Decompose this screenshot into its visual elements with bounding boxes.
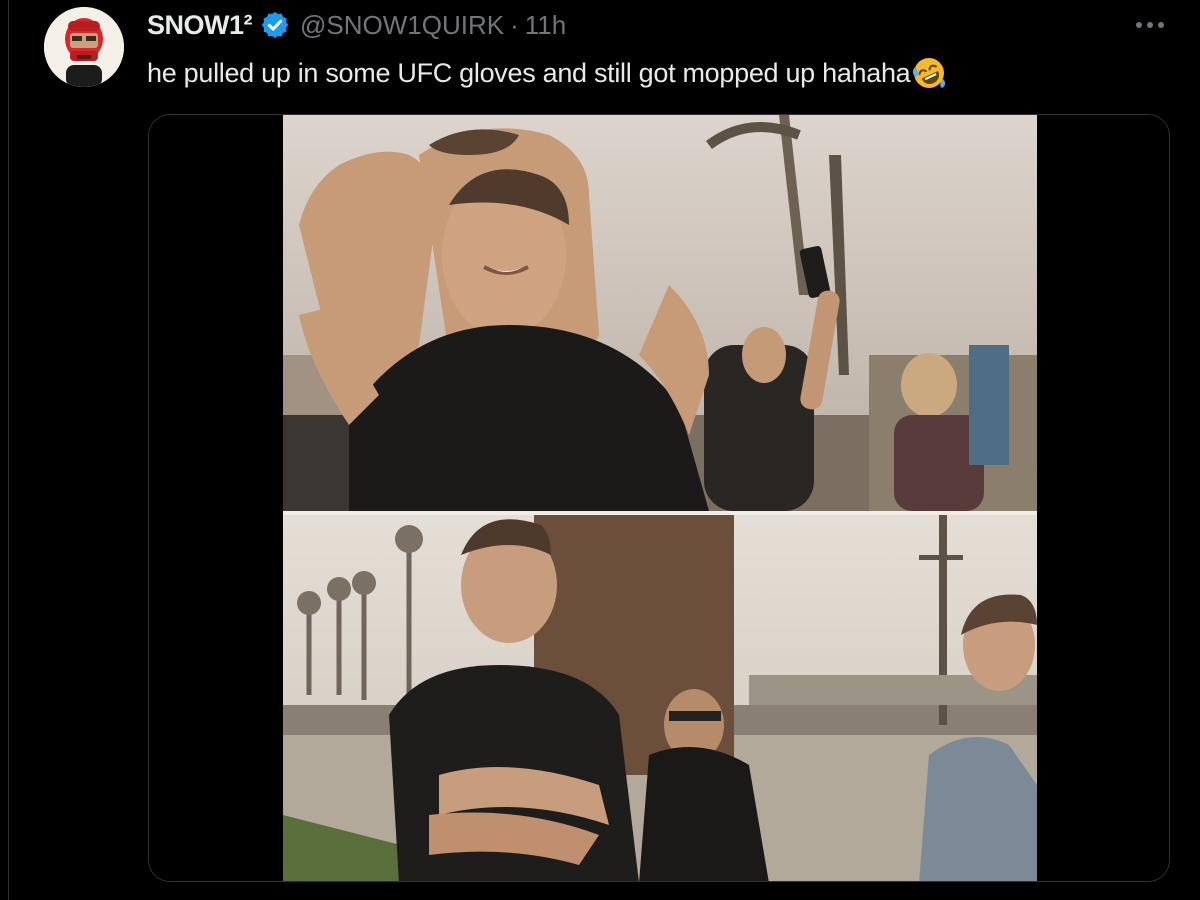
meme-image bbox=[149, 115, 1169, 881]
tweet-text-content: he pulled up in some UFC gloves and stil… bbox=[147, 57, 911, 88]
tweet[interactable]: SNOW1² @SNOW1QUIRK · 11h he pulled up in… bbox=[0, 0, 1200, 900]
media-attachment[interactable] bbox=[148, 114, 1170, 882]
column-divider bbox=[8, 0, 9, 900]
more-options-button[interactable] bbox=[1133, 10, 1167, 40]
separator: · bbox=[510, 9, 519, 40]
timestamp[interactable]: 11h bbox=[525, 10, 566, 41]
meme-panel-top bbox=[283, 115, 1037, 511]
meme-panel-bottom bbox=[283, 515, 1037, 881]
verified-badge-icon bbox=[261, 11, 289, 39]
tweet-header: SNOW1² @SNOW1QUIRK · 11h bbox=[147, 8, 566, 42]
tweet-text: he pulled up in some UFC gloves and stil… bbox=[147, 55, 947, 91]
rolling-laughing-emoji-icon bbox=[913, 58, 946, 88]
more-options-icon bbox=[1136, 22, 1164, 28]
display-name[interactable]: SNOW1² bbox=[147, 10, 253, 41]
handle[interactable]: @SNOW1QUIRK bbox=[300, 10, 504, 41]
avatar[interactable] bbox=[44, 7, 124, 87]
